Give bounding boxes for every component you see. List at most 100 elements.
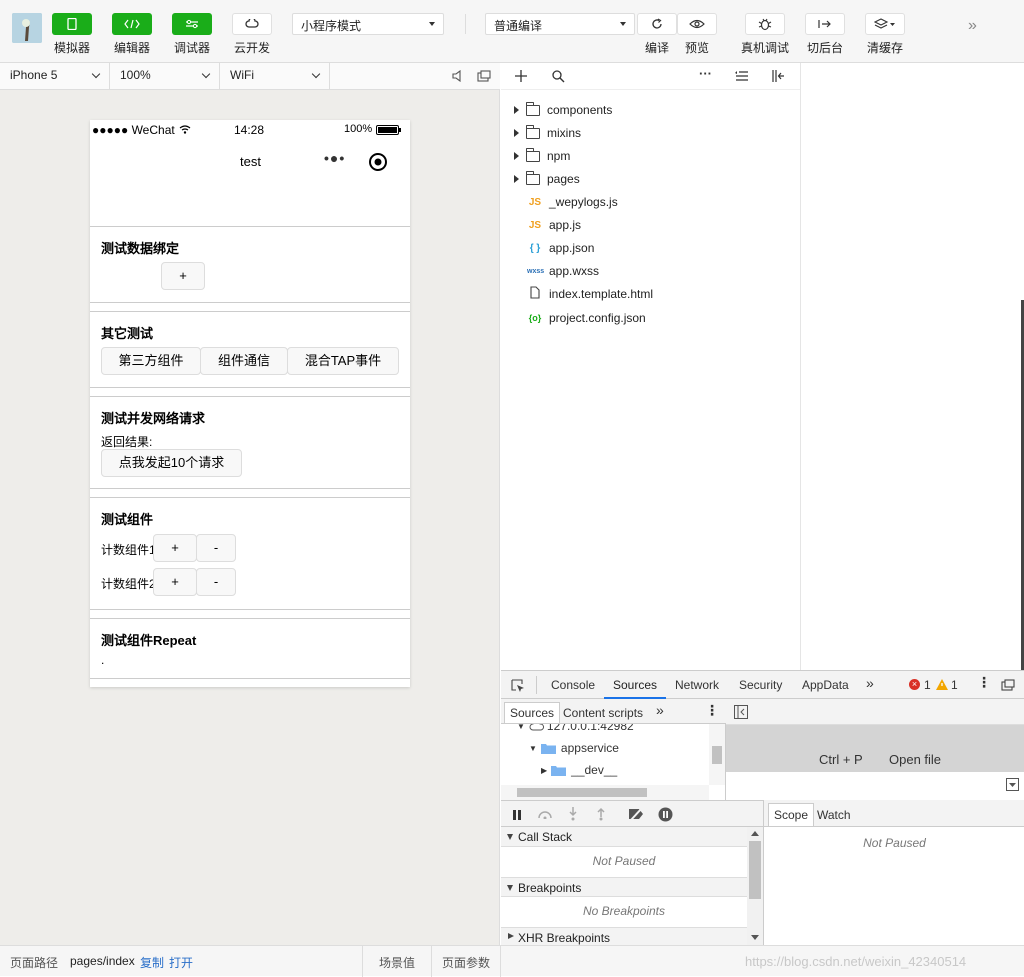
tab-sources-sub[interactable]: Sources (504, 702, 561, 723)
send-requests-button[interactable]: 点我发起10个请求 (101, 449, 242, 477)
warning-icon (936, 679, 948, 690)
page-path-value: pages/index (70, 954, 135, 968)
counter1-plus-button[interactable]: + (153, 534, 197, 562)
tab-appdata[interactable]: AppData (802, 678, 849, 692)
folder-name: mixins (547, 126, 582, 140)
pause-on-exceptions-icon[interactable] (658, 807, 673, 822)
scope-tabs: Scope Watch (764, 800, 1024, 827)
tab-security[interactable]: Security (739, 678, 782, 692)
warning-count[interactable]: 1 (951, 678, 958, 692)
sort-icon[interactable] (735, 71, 748, 81)
increment-button[interactable]: + (161, 262, 205, 290)
open-link[interactable]: 打开 (169, 954, 193, 971)
tab-content-scripts[interactable]: Content scripts (563, 706, 643, 720)
third-party-button[interactable]: 第三方组件 (101, 347, 201, 375)
network-select[interactable]: WiFi (220, 63, 330, 89)
background-button[interactable]: 切后台 (805, 13, 845, 56)
debug-icon (172, 13, 212, 35)
mixed-tap-button[interactable]: 混合TAP事件 (287, 347, 399, 375)
inspect-icon[interactable] (511, 679, 525, 693)
preview-button[interactable]: 预览 (677, 13, 717, 56)
step-into-icon[interactable] (568, 807, 578, 821)
more-icon[interactable]: ··· (699, 66, 712, 81)
folder-row[interactable]: npm (501, 145, 570, 167)
horizontal-scrollbar[interactable] (501, 785, 709, 800)
step-out-icon[interactable] (596, 807, 606, 821)
breakpoints-status: No Breakpoints (582, 904, 666, 918)
xhr-breakpoints-header[interactable]: XHR Breakpoints (501, 927, 747, 946)
file-row[interactable]: wxss app.wxss (501, 260, 599, 282)
clear-cache-label: 清缓存 (866, 41, 903, 55)
file-row[interactable]: { } app.json (501, 237, 595, 259)
avatar[interactable] (12, 13, 42, 43)
file-row[interactable]: {o} project.config.json (501, 307, 646, 329)
deactivate-breakpoints-icon[interactable] (627, 807, 647, 821)
dock-icon[interactable] (1001, 679, 1015, 691)
search-icon[interactable] (552, 70, 565, 83)
file-row[interactable]: index.template.html (501, 283, 653, 305)
more-dots-icon[interactable]: •●• (324, 150, 345, 166)
copy-link[interactable]: 复制 (140, 954, 164, 971)
editor-label: 编辑器 (113, 41, 150, 55)
cloud-button[interactable]: 云开发 (232, 13, 272, 56)
tab-watch[interactable]: Watch (817, 808, 851, 822)
folder-row[interactable]: pages (501, 168, 580, 190)
chevron-down-icon (201, 69, 211, 79)
tab-sources[interactable]: Sources (613, 678, 657, 692)
compile-mode-select[interactable]: 普通编译 (485, 13, 635, 35)
file-name: index.template.html (549, 287, 654, 301)
tree-row-dev[interactable]: ▶ __dev__ (541, 763, 617, 777)
call-stack-header[interactable]: Call Stack (501, 827, 747, 847)
tab-console[interactable]: Console (551, 678, 595, 692)
error-count[interactable]: 1 (924, 678, 931, 692)
devtools-panel: Console Sources Network Security AppData… (501, 670, 1024, 946)
simulator-bar: iPhone 5 100% WiFi (0, 63, 500, 90)
tree-row-appservice[interactable]: ▼ appservice (529, 741, 619, 755)
vertical-scrollbar[interactable] (747, 827, 763, 946)
add-icon[interactable] (515, 70, 527, 82)
scene-value-button[interactable]: 场景值 (379, 954, 415, 971)
more-chevron-icon[interactable]: » (968, 17, 977, 35)
debugger-button[interactable]: 调试器 (172, 13, 212, 56)
tab-network[interactable]: Network (675, 678, 719, 692)
mode-select[interactable]: 小程序模式 (292, 13, 444, 35)
more-tabs-icon[interactable]: » (656, 702, 664, 718)
pause-icon[interactable] (512, 810, 522, 820)
component-comm-button[interactable]: 组件通信 (200, 347, 288, 375)
folder-row[interactable]: mixins (501, 122, 581, 144)
clear-cache-button[interactable]: 清缓存 (865, 13, 905, 56)
counter2-minus-button[interactable]: - (196, 568, 236, 596)
counter2-plus-button[interactable]: + (153, 568, 197, 596)
kebab-menu-icon[interactable]: ⋮ (977, 674, 991, 691)
file-row[interactable]: JS _wepylogs.js (501, 191, 618, 213)
simulator-button[interactable]: 模拟器 (52, 13, 92, 56)
debugger-sidebar: Call Stack Not Paused Breakpoints No Bre… (501, 827, 763, 946)
tree-row-host[interactable]: ▼ 127.0.0.1:42982 (517, 724, 634, 733)
counter-label-1: 计数组件1 (101, 543, 153, 557)
zoom-select[interactable]: 100% (110, 63, 220, 89)
vertical-scrollbar[interactable] (709, 724, 725, 785)
expand-arrow-icon (514, 175, 519, 183)
page-params-button[interactable]: 页面参数 (442, 954, 490, 971)
file-row[interactable]: JS app.js (501, 214, 581, 236)
editor-button[interactable]: 编辑器 (112, 13, 152, 56)
close-capsule-icon[interactable] (368, 152, 388, 172)
explorer-toolbar: ··· (501, 63, 800, 90)
collapse-icon[interactable] (771, 69, 785, 83)
folder-row[interactable]: components (501, 99, 612, 121)
step-over-icon[interactable] (537, 809, 553, 819)
expand-arrow-icon (514, 106, 519, 114)
toggle-debugger-icon[interactable] (1006, 778, 1019, 791)
device-select[interactable]: iPhone 5 (0, 63, 110, 89)
volume-icon[interactable] (452, 70, 464, 82)
toggle-navigator-icon[interactable] (734, 705, 748, 719)
real-debug-button[interactable]: 真机调试 (741, 13, 789, 56)
compile-button[interactable]: 编译 (637, 13, 677, 56)
tab-scope[interactable]: Scope (768, 803, 815, 826)
kebab-menu-icon[interactable]: ⋮ (705, 702, 719, 719)
folder-icon (540, 743, 556, 754)
counter1-minus-button[interactable]: - (196, 534, 236, 562)
breakpoints-header[interactable]: Breakpoints (501, 877, 747, 897)
more-tabs-icon[interactable]: » (866, 675, 874, 691)
popout-icon[interactable] (477, 70, 491, 82)
